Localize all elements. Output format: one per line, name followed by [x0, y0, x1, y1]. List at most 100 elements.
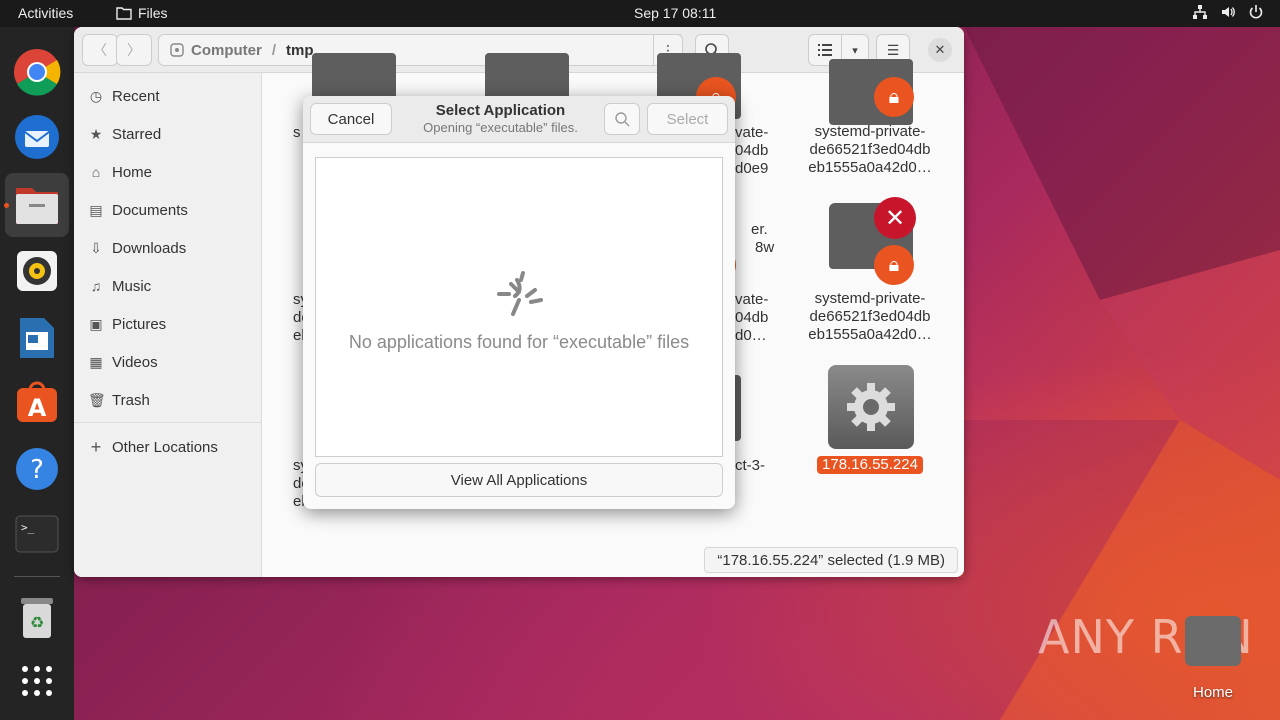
app-menu[interactable]: Files	[116, 5, 168, 21]
chevron-down-icon: ▾	[852, 44, 858, 57]
download-icon: ⇩	[90, 239, 102, 256]
power-icon	[1249, 5, 1263, 19]
top-bar: Activities Files Sep 17 08:11	[0, 0, 1280, 27]
video-icon: ▦	[89, 353, 103, 370]
path-computer[interactable]: Computer	[191, 42, 262, 59]
unreadable-icon: ✕	[874, 197, 916, 239]
system-tray[interactable]	[1192, 4, 1264, 20]
clock-icon: ◷	[89, 87, 103, 104]
thunderbird-icon	[15, 115, 59, 159]
plus-icon: +	[90, 436, 102, 457]
dialog-subtitle: Opening “executable” files.	[423, 120, 578, 135]
chrome-icon	[14, 49, 61, 96]
sidebar-item-other-locations[interactable]: + Other Locations	[88, 432, 218, 462]
application-list: No applications found for “executable” f…	[315, 157, 723, 457]
forward-button[interactable]: 〉	[116, 34, 152, 66]
select-application-dialog: Cancel Select Application Opening “execu…	[303, 96, 735, 509]
trash-icon: ♻	[21, 598, 53, 638]
svg-text:>_: >_	[21, 521, 35, 534]
file-name: systemd-private- de66521f3ed04db eb1555a…	[808, 290, 932, 343]
chrome-launcher[interactable]	[12, 47, 62, 97]
sidebar-item-starred[interactable]: ★ Starred	[88, 119, 161, 149]
app-center-launcher[interactable]: A	[12, 377, 62, 427]
writer-launcher[interactable]	[12, 313, 62, 363]
files-icon	[16, 188, 58, 224]
app-center-icon: A	[17, 381, 57, 422]
dialog-title: Select Application	[435, 102, 566, 119]
sidebar-item-label: Starred	[112, 125, 162, 143]
show-apps-icon	[22, 666, 52, 696]
help-launcher[interactable]: ?	[12, 444, 62, 494]
chevron-left-icon: 〈	[93, 42, 107, 58]
desktop-home-item[interactable]: Home	[1178, 616, 1248, 701]
drive-icon	[170, 43, 184, 57]
svg-text:♻: ♻	[30, 613, 44, 632]
sidebar-item-label: Pictures	[112, 315, 167, 333]
cancel-button[interactable]: Cancel	[310, 103, 392, 135]
lock-icon: 🔒︎	[874, 77, 914, 117]
rhythmbox-launcher[interactable]	[12, 246, 62, 296]
file-name: systemd-private- de66521f3ed04db eb1555a…	[808, 123, 932, 176]
sidebar-item-trash[interactable]: 🗑 Trash	[88, 385, 150, 415]
sidebar-item-recent[interactable]: ◷ Recent	[88, 81, 160, 111]
back-button[interactable]: 〈	[82, 34, 118, 66]
search-icon	[615, 112, 630, 127]
partial-file-label: s	[293, 124, 301, 141]
sidebar-item-label: Documents	[112, 201, 188, 219]
sidebar-separator	[74, 422, 262, 423]
partial-file-label: vate- 04db d0e9	[735, 124, 769, 177]
sidebar-item-home[interactable]: ⌂ Home	[88, 157, 152, 187]
dialog-header: Cancel Select Application Opening “execu…	[303, 96, 735, 143]
show-apps-button[interactable]	[12, 656, 62, 706]
sidebar-item-pictures[interactable]: ▣ Pictures	[88, 309, 166, 339]
trash-launcher[interactable]: ♻	[12, 593, 62, 643]
sidebar-item-label: Downloads	[112, 239, 187, 257]
network-icon	[1193, 5, 1207, 19]
document-icon: ▤	[89, 201, 103, 218]
music-icon: ♫	[90, 278, 102, 294]
rhythmbox-icon	[17, 251, 57, 291]
file-name: 178.16.55.224	[800, 456, 940, 474]
close-window-button[interactable]: ✕	[928, 38, 952, 62]
sidebar-item-label: Trash	[112, 391, 150, 409]
picture-icon: ▣	[89, 315, 103, 332]
sidebar-item-music[interactable]: ♫ Music	[88, 271, 151, 301]
select-button[interactable]: Select	[647, 103, 728, 135]
help-icon: ?	[16, 448, 58, 490]
sidebar: ◷ Recent ★ Starred ⌂ Home ▤ Documents ⇩ …	[74, 73, 262, 577]
sidebar-item-videos[interactable]: ▦ Videos	[88, 347, 157, 377]
svg-text:?: ?	[30, 455, 44, 485]
sidebar-item-downloads[interactable]: ⇩ Downloads	[88, 233, 186, 263]
folder-icon	[116, 7, 132, 20]
activities-button[interactable]: Activities	[18, 5, 73, 21]
clock[interactable]: Sep 17 08:11	[634, 5, 716, 21]
dock-separator	[14, 576, 60, 577]
terminal-launcher[interactable]: >_	[12, 509, 62, 559]
list-view-icon	[818, 44, 832, 56]
sidebar-item-label: Recent	[112, 87, 160, 105]
writer-icon	[20, 318, 54, 358]
home-icon: ⌂	[91, 164, 101, 180]
status-bar: “178.16.55.224” selected (1.9 MB)	[704, 547, 958, 573]
partial-file-label: vate- 04db d0…	[735, 291, 769, 344]
app-name-label: Files	[138, 5, 168, 21]
view-all-applications-button[interactable]: View All Applications	[315, 463, 723, 497]
sidebar-item-label: Other Locations	[112, 438, 218, 456]
home-folder-icon	[1185, 616, 1241, 666]
thunderbird-launcher[interactable]	[12, 112, 62, 162]
star-icon: ★	[89, 125, 103, 142]
chevron-right-icon: 〉	[127, 42, 141, 58]
sidebar-item-label: Music	[112, 277, 152, 295]
running-indicator	[4, 203, 9, 208]
partial-file-label: er. 8w	[751, 221, 775, 256]
path-bar: Computer / tmp	[158, 34, 681, 66]
files-launcher[interactable]	[5, 173, 69, 237]
lock-icon: 🔒︎	[874, 245, 914, 285]
partial-file-label: ct-3-	[735, 457, 765, 474]
hamburger-icon: ☰	[886, 41, 900, 58]
search-toggle-button[interactable]	[604, 103, 640, 135]
path-current[interactable]: tmp	[286, 42, 314, 59]
executable-gear-icon	[828, 365, 914, 449]
volume-icon	[1222, 7, 1235, 17]
sidebar-item-documents[interactable]: ▤ Documents	[88, 195, 188, 225]
